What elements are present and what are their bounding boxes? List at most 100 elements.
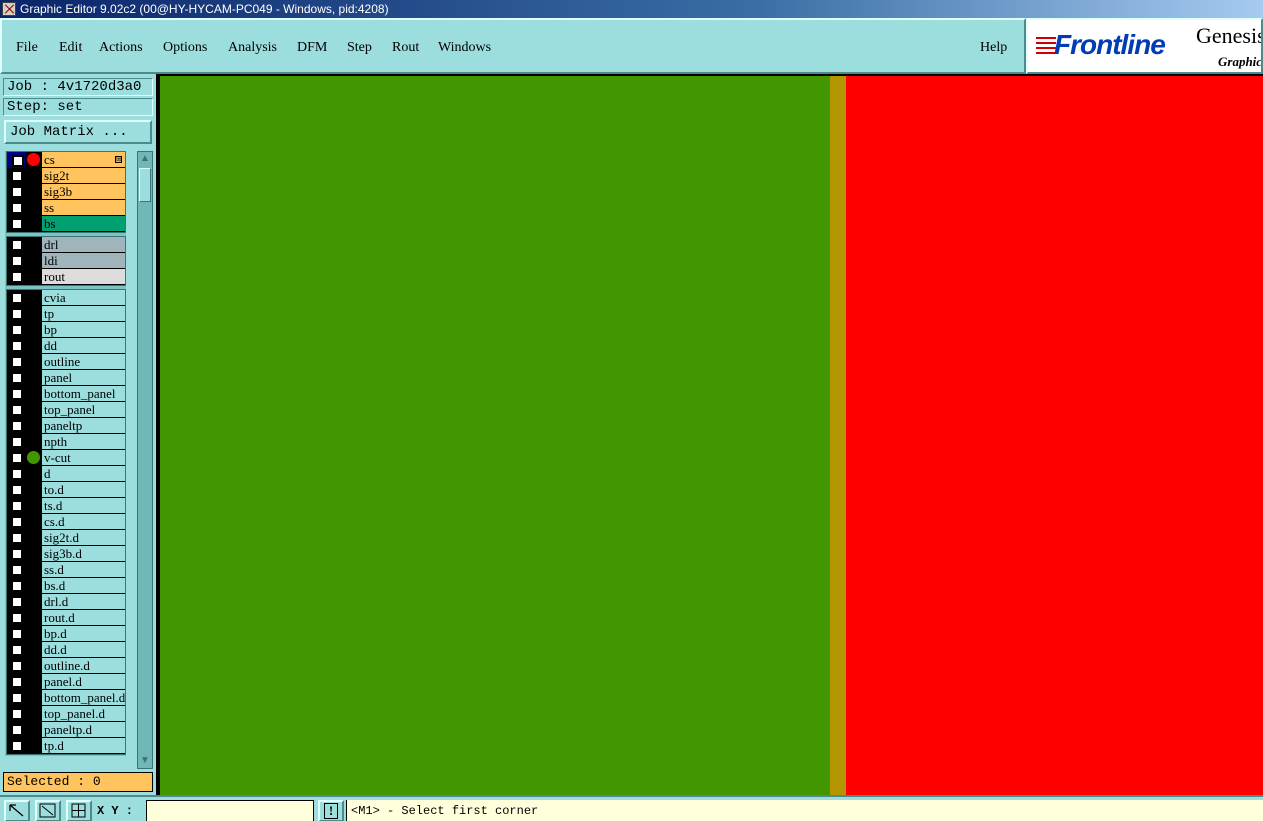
layer-display-cell[interactable] (25, 578, 42, 594)
layer-checkbox[interactable] (7, 168, 25, 184)
layer-name[interactable]: bottom_panel (42, 386, 125, 402)
xy-coordinate-field[interactable] (146, 800, 314, 821)
layer-name[interactable]: bs.d (42, 578, 125, 594)
menu-dfm[interactable]: DFM (297, 40, 327, 56)
layer-display-cell[interactable] (25, 706, 42, 722)
layer-row[interactable]: rout.d (7, 610, 125, 626)
layer-row[interactable]: cs ⊞ (7, 152, 125, 168)
layer-row[interactable]: v-cut (7, 450, 125, 466)
layer-display-cell[interactable] (25, 466, 42, 482)
layer-checkbox[interactable] (7, 498, 25, 514)
zoom-box-button[interactable] (4, 800, 30, 821)
layer-row[interactable]: drl (7, 237, 125, 253)
layer-display-cell[interactable] (25, 290, 42, 306)
layer-name[interactable]: drl.d (42, 594, 125, 610)
layer-display-cell[interactable] (25, 306, 42, 322)
layer-checkbox[interactable] (7, 626, 25, 642)
layer-checkbox[interactable] (7, 706, 25, 722)
layer-checkbox[interactable] (7, 402, 25, 418)
layer-checkbox[interactable] (7, 290, 25, 306)
layer-name[interactable]: ss.d (42, 562, 125, 578)
layer-checkbox[interactable] (7, 434, 25, 450)
layer-name[interactable]: bs (42, 216, 125, 232)
layer-name[interactable]: drl (42, 237, 125, 253)
layer-row[interactable]: bottom_panel (7, 386, 125, 402)
layer-checkbox[interactable] (7, 578, 25, 594)
layer-name[interactable]: top_panel (42, 402, 125, 418)
layer-row[interactable]: ts.d (7, 498, 125, 514)
layer-checkbox[interactable] (7, 354, 25, 370)
menu-options[interactable]: Options (163, 40, 207, 56)
layer-name[interactable]: bp.d (42, 626, 125, 642)
layer-name[interactable]: npth (42, 434, 125, 450)
layer-display-cell[interactable] (25, 658, 42, 674)
layer-list-scrollbar[interactable]: ▲ ▼ (137, 151, 153, 769)
layer-row[interactable]: drl.d (7, 594, 125, 610)
title-bar[interactable]: Graphic Editor 9.02c2 (00@HY-HYCAM-PC049… (0, 0, 1263, 18)
layer-display-cell[interactable] (25, 184, 42, 200)
layer-row[interactable]: panel (7, 370, 125, 386)
layer-name[interactable]: ts.d (42, 498, 125, 514)
layer-name[interactable]: sig2t (42, 168, 125, 184)
layer-name[interactable]: rout.d (42, 610, 125, 626)
layer-name[interactable]: sig3b.d (42, 546, 125, 562)
layer-display-cell[interactable] (25, 626, 42, 642)
layer-name[interactable]: paneltp.d (42, 722, 125, 738)
expand-icon[interactable]: ⊞ (115, 156, 122, 163)
layer-display-cell[interactable] (25, 498, 42, 514)
layer-name[interactable]: outline (42, 354, 125, 370)
layer-row[interactable]: rout (7, 269, 125, 285)
layer-row[interactable]: npth (7, 434, 125, 450)
layer-row[interactable]: tp (7, 306, 125, 322)
layer-display-cell[interactable] (25, 610, 42, 626)
layer-row[interactable]: cvia (7, 290, 125, 306)
layer-name[interactable]: cs (42, 152, 125, 168)
layer-name[interactable]: ldi (42, 253, 125, 269)
layer-display-cell[interactable] (25, 386, 42, 402)
menu-file[interactable]: File (16, 40, 38, 56)
layer-row[interactable]: cs.d (7, 514, 125, 530)
layer-name[interactable]: bp (42, 322, 125, 338)
layer-display-cell[interactable] (25, 594, 42, 610)
layer-display-cell[interactable] (25, 168, 42, 184)
layer-row[interactable]: sig2t (7, 168, 125, 184)
layer-name[interactable]: d (42, 466, 125, 482)
grid-button[interactable] (66, 800, 92, 821)
layer-name[interactable]: to.d (42, 482, 125, 498)
layer-checkbox[interactable] (7, 466, 25, 482)
layer-display-cell[interactable] (25, 354, 42, 370)
layer-row[interactable]: bottom_panel.d (7, 690, 125, 706)
layer-checkbox[interactable] (7, 482, 25, 498)
layer-row[interactable]: sig3b (7, 184, 125, 200)
layer-row[interactable]: top_panel.d (7, 706, 125, 722)
layer-display-cell[interactable] (25, 237, 42, 253)
layer-row[interactable]: top_panel (7, 402, 125, 418)
layer-row[interactable]: tp.d (7, 738, 125, 754)
layer-checkbox[interactable] (7, 642, 25, 658)
zoom-fit-button[interactable] (35, 800, 61, 821)
menu-edit[interactable]: Edit (59, 40, 82, 56)
menu-help[interactable]: Help (980, 40, 1007, 56)
layer-name[interactable]: bottom_panel.d (42, 690, 125, 706)
layer-checkbox[interactable] (7, 216, 25, 232)
layer-display-cell[interactable] (25, 418, 42, 434)
layer-name[interactable]: ss (42, 200, 125, 216)
layer-name[interactable]: dd (42, 338, 125, 354)
layer-name[interactable]: outline.d (42, 658, 125, 674)
layer-checkbox[interactable] (7, 450, 25, 466)
layer-row[interactable]: outline (7, 354, 125, 370)
layer-display-cell[interactable] (25, 530, 42, 546)
layer-row[interactable]: bp (7, 322, 125, 338)
layer-row[interactable]: d (7, 466, 125, 482)
layer-row[interactable]: ss (7, 200, 125, 216)
layer-checkbox[interactable] (7, 594, 25, 610)
scroll-thumb[interactable] (139, 168, 151, 202)
layer-name[interactable]: paneltp (42, 418, 125, 434)
layer-checkbox[interactable] (7, 562, 25, 578)
layer-name[interactable]: cs.d (42, 514, 125, 530)
layer-checkbox[interactable] (7, 418, 25, 434)
layer-checkbox[interactable] (7, 546, 25, 562)
layer-row[interactable]: dd.d (7, 642, 125, 658)
layer-display-cell[interactable] (25, 450, 42, 466)
layer-checkbox[interactable] (7, 722, 25, 738)
